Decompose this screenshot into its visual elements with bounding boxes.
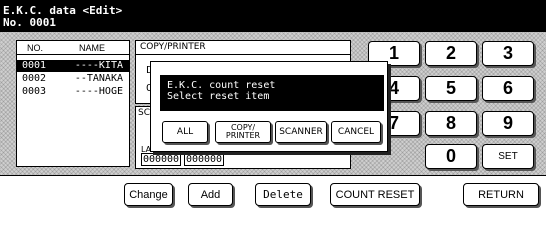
count-reset-button[interactable]: COUNT RESET	[330, 183, 420, 206]
dialog-message-line1: E.K.C. count reset	[167, 80, 276, 91]
record-number: No. 0001	[3, 16, 56, 29]
reset-copy-printer-button[interactable]: COPY/ PRINTER	[215, 121, 271, 143]
ekc-list: NO. NAME 0001 ----KITA 0002 --TANAKA 000…	[16, 40, 130, 167]
cancel-button[interactable]: CANCEL	[331, 121, 381, 143]
command-bar: Change Add Delete COUNT RESET RETURN	[0, 175, 546, 212]
dialog-message: E.K.C. count reset Select reset item	[160, 75, 384, 111]
reset-scanner-button[interactable]: SCANNER	[275, 121, 327, 143]
scanner-fragment-sc: SC	[138, 108, 150, 118]
list-header-name: NAME	[79, 43, 106, 53]
list-header-divider	[17, 54, 129, 55]
copy-printer-button-line2: PRINTER	[225, 131, 261, 140]
copy-printer-divider	[136, 54, 350, 55]
copy-printer-label: COPY/PRINTER	[140, 42, 206, 52]
list-row-0002[interactable]: 0002 --TANAKA	[17, 73, 129, 85]
add-button[interactable]: Add	[188, 183, 233, 206]
key-0[interactable]: 0	[425, 144, 477, 169]
scanner-count-box: 000000	[141, 153, 181, 166]
return-button[interactable]: RETURN	[463, 183, 539, 206]
scanner-count-box: 000000	[184, 153, 224, 166]
title-bar: E.K.C. data <Edit> No. 0001	[0, 0, 546, 32]
key-3[interactable]: 3	[482, 41, 534, 66]
row-number: 0001	[22, 60, 47, 71]
row-name: ----HOGE	[74, 86, 123, 97]
list-row-0003[interactable]: 0003 ----HOGE	[17, 86, 129, 98]
screen-title: E.K.C. data <Edit>	[3, 4, 123, 17]
list-row-0001[interactable]: 0001 ----KITA	[17, 60, 129, 72]
delete-button[interactable]: Delete	[255, 183, 311, 206]
key-2[interactable]: 2	[425, 41, 477, 66]
list-header-no: NO.	[27, 43, 44, 53]
row-name: ----KITA	[74, 60, 123, 71]
row-number: 0002	[22, 73, 47, 84]
change-button[interactable]: Change	[124, 183, 173, 206]
key-set[interactable]: SET	[482, 144, 534, 169]
row-name: --TANAKA	[74, 73, 123, 84]
key-8[interactable]: 8	[425, 111, 477, 136]
row-number: 0003	[22, 86, 47, 97]
dialog-message-line2: Select reset item	[167, 91, 270, 102]
reset-all-button[interactable]: ALL	[162, 121, 208, 143]
key-9[interactable]: 9	[482, 111, 534, 136]
count-reset-dialog: E.K.C. count reset Select reset item ALL…	[150, 61, 388, 152]
key-5[interactable]: 5	[425, 76, 477, 101]
key-6[interactable]: 6	[482, 76, 534, 101]
